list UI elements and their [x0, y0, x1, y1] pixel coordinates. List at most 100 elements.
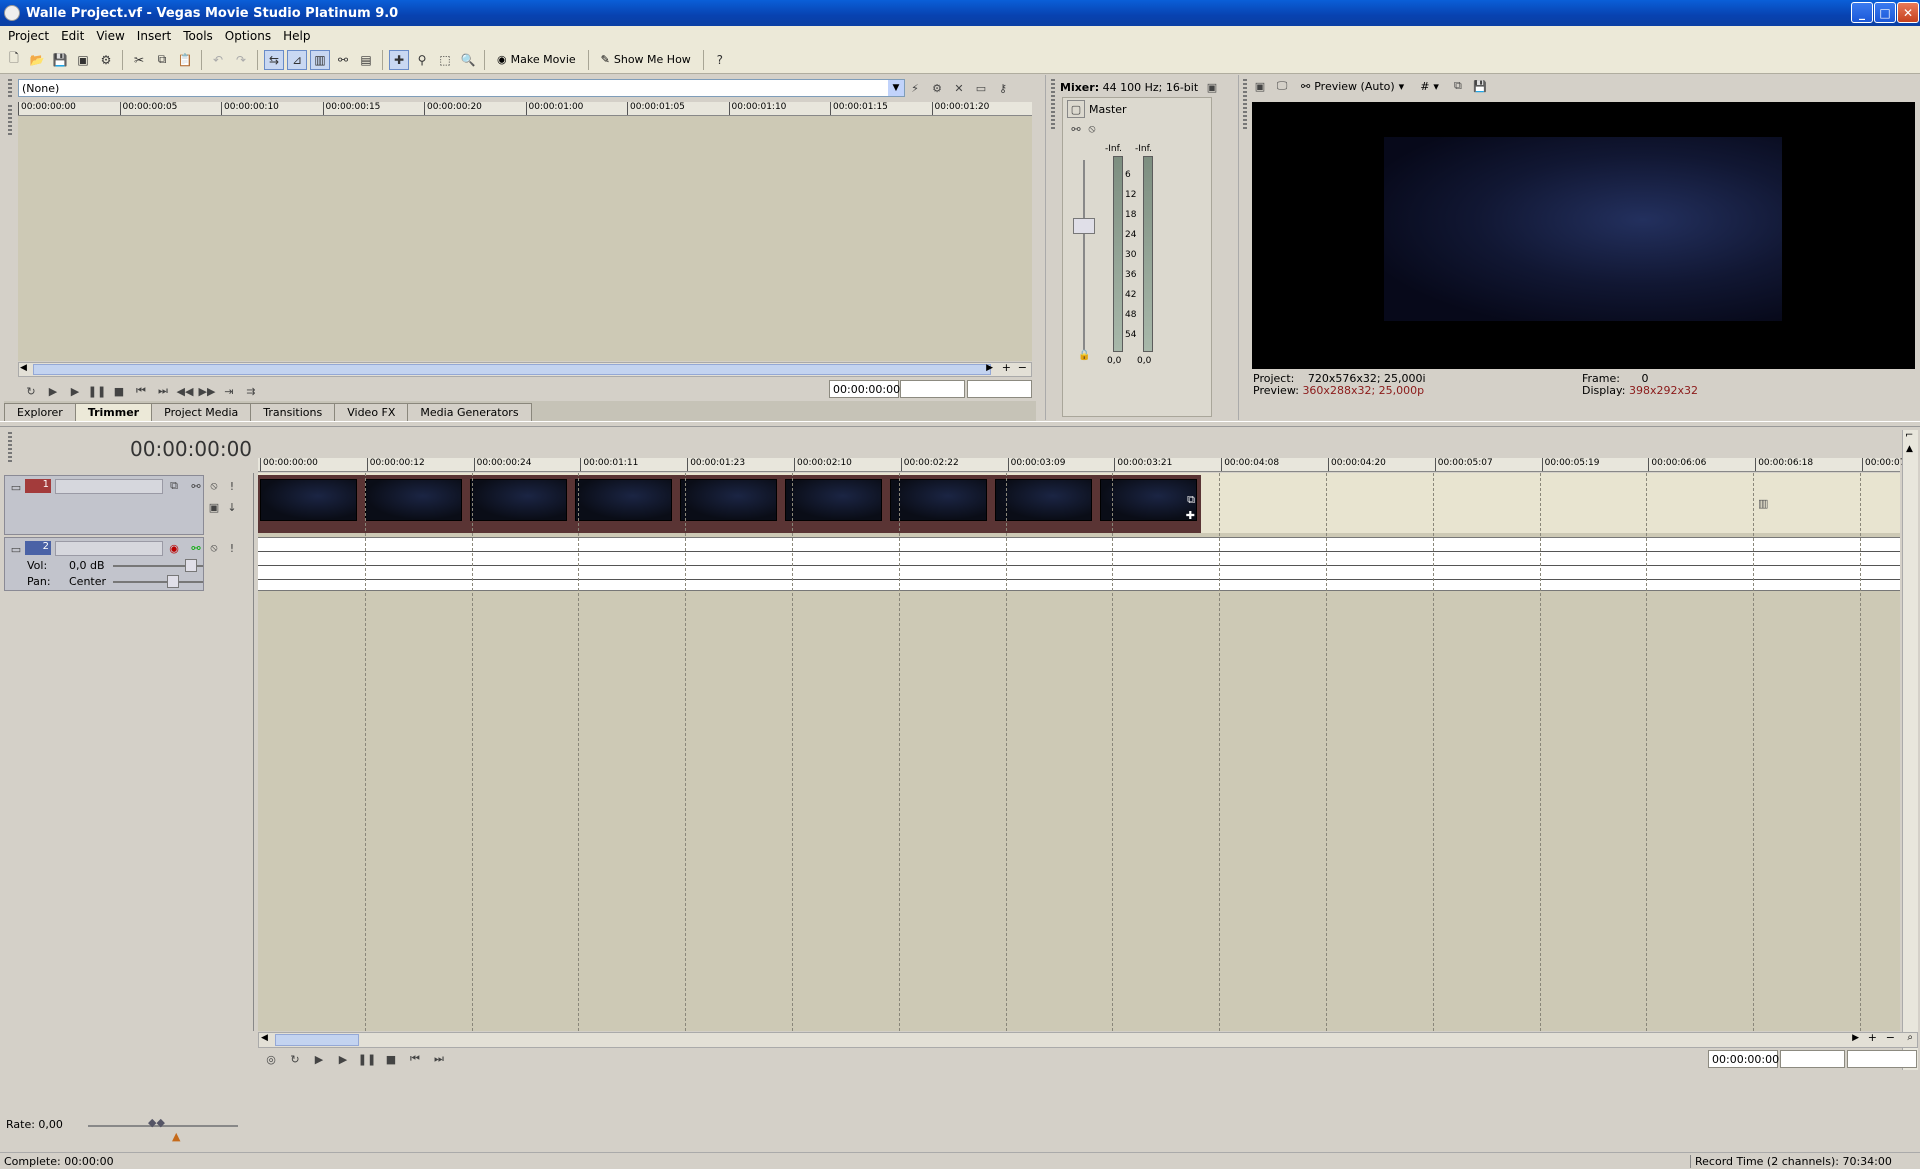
stop-icon[interactable]: ■ — [382, 1050, 400, 1068]
panel-grip[interactable] — [1243, 79, 1247, 129]
cursor-position[interactable]: 00:00:00:00 — [1708, 1050, 1779, 1068]
scrollbar-thumb[interactable] — [33, 364, 991, 375]
add-to-timeline-icon[interactable]: ⇥ — [220, 382, 238, 400]
scroll-right-icon[interactable]: ▶ — [986, 363, 993, 373]
track-fx-icon[interactable]: ⚯ — [187, 477, 205, 495]
copy-icon[interactable]: ⧉ — [152, 50, 172, 70]
add-to-timeline-after-icon[interactable]: ⇉ — [242, 382, 260, 400]
menu-edit[interactable]: Edit — [55, 29, 90, 43]
timeline-timecode[interactable]: 00:00:00:00 — [130, 437, 252, 461]
video-track-header[interactable]: ▭ 1 ⧉ ⚯ ⦸ ! ▣ ↓ — [4, 475, 237, 535]
zoom-out-icon[interactable]: − — [1018, 361, 1027, 374]
audio-track-lane[interactable] — [258, 537, 1900, 591]
scroll-up-icon[interactable]: ▲ — [1906, 444, 1913, 454]
audio-track-header[interactable]: ▭ 2 ◉ ⚯ ⦸ ! Vol: 0,0 dB Pan: Center — [4, 537, 234, 591]
track-area[interactable]: ⧉ ✚ ▥ — [258, 473, 1900, 1031]
clear-icon[interactable]: ✕ — [950, 79, 968, 97]
go-to-end-icon[interactable]: ⏭ — [154, 382, 172, 400]
save-region-icon[interactable]: ▭ — [972, 79, 990, 97]
trimmer-ruler[interactable]: 00:00:00:00 00:00:00:05 00:00:00:10 00:00:0… — [18, 102, 1032, 116]
trimmer-media-dropdown[interactable]: (None) ▼ — [18, 79, 905, 97]
scrollbar-thumb[interactable] — [275, 1034, 359, 1046]
fader-lock-icon[interactable]: 🔒 — [1078, 350, 1090, 361]
zoom-in-icon[interactable]: + — [1868, 1031, 1877, 1044]
save-snapshot-icon[interactable]: 💾 — [1471, 77, 1489, 95]
solo-icon[interactable]: ! — [223, 539, 241, 557]
rate-slider-handle[interactable]: ◆◆ — [148, 1116, 165, 1129]
open-icon[interactable]: 📂 — [27, 50, 47, 70]
maximize-button[interactable]: □ — [1874, 2, 1896, 23]
trimmer-canvas[interactable] — [18, 116, 1032, 361]
preview-properties-icon[interactable]: ▣ — [1251, 77, 1269, 95]
tab-explorer[interactable]: Explorer — [4, 403, 76, 421]
normal-edit-tool-icon[interactable]: ✚ — [389, 49, 409, 70]
master-bus-icon[interactable]: ▢ — [1067, 100, 1085, 118]
track-fx-icon[interactable]: ⚯ — [187, 539, 205, 557]
play-from-start-icon[interactable]: ▶ — [310, 1050, 328, 1068]
ignore-grouping-icon[interactable]: ▤ — [356, 50, 376, 70]
selection-tool-icon[interactable]: ⬚ — [435, 50, 455, 70]
record-icon[interactable]: ◎ — [262, 1050, 280, 1068]
loop-icon[interactable]: ↻ — [286, 1050, 304, 1068]
paste-icon[interactable]: 📋 — [175, 50, 195, 70]
scroll-right-icon[interactable]: ▶ — [1852, 1033, 1859, 1043]
close-button[interactable]: ✕ — [1897, 2, 1919, 23]
video-track-name[interactable] — [55, 479, 163, 494]
chevron-down-icon[interactable]: ▼ — [888, 80, 904, 96]
trimmer-in-field[interactable] — [900, 380, 965, 398]
track-motion-icon[interactable]: ▣ — [205, 498, 223, 516]
go-to-start-icon[interactable]: ⏮ — [132, 382, 150, 400]
overlays-dropdown[interactable]: # ▾ — [1414, 80, 1445, 93]
bypass-icon[interactable]: ⦸ — [1083, 120, 1101, 138]
scroll-left-icon[interactable]: ◀ — [20, 363, 27, 373]
go-to-start-icon[interactable]: ⏮ — [406, 1050, 424, 1068]
trimmer-out-field[interactable] — [967, 380, 1032, 398]
panel-grip[interactable] — [1051, 79, 1055, 129]
envelope-tool-icon[interactable]: ⚲ — [412, 50, 432, 70]
vol-slider-handle[interactable] — [185, 559, 197, 572]
preview-screen[interactable] — [1252, 102, 1915, 369]
menu-options[interactable]: Options — [219, 29, 277, 43]
rewind-icon[interactable]: ◀◀ — [176, 382, 194, 400]
go-to-end-icon[interactable]: ⏭ — [430, 1050, 448, 1068]
master-fader-handle[interactable] — [1073, 218, 1095, 234]
event-fx-icon[interactable]: ⧉ — [1187, 493, 1195, 507]
zoom-icon[interactable]: ⌕ — [1907, 1032, 1913, 1043]
menu-insert[interactable]: Insert — [131, 29, 177, 43]
zoom-in-icon[interactable]: + — [1002, 361, 1011, 374]
selection-start-field[interactable] — [1780, 1050, 1845, 1068]
pin-icon[interactable]: ⌐ — [1905, 430, 1913, 441]
zoom-out-icon[interactable]: − — [1886, 1031, 1895, 1044]
tab-transitions[interactable]: Transitions — [250, 403, 336, 421]
play-icon[interactable]: ▶ — [334, 1050, 352, 1068]
video-event[interactable]: ⧉ ✚ — [258, 475, 1201, 533]
make-movie-button[interactable]: ◉ Make Movie — [491, 53, 582, 66]
audio-track-name[interactable] — [55, 541, 163, 556]
pan-slider-handle[interactable] — [167, 575, 179, 588]
solo-icon[interactable]: ! — [223, 477, 241, 495]
mute-icon[interactable]: ⦸ — [205, 477, 223, 495]
redo-icon[interactable]: ↷ — [231, 50, 251, 70]
menu-view[interactable]: View — [90, 29, 130, 43]
event-pan-crop-icon[interactable]: ✚ — [1186, 509, 1195, 522]
tab-project-media[interactable]: Project Media — [151, 403, 252, 421]
compositing-mode-icon[interactable]: ⧉ — [165, 477, 183, 495]
cut-icon[interactable]: ✂ — [129, 50, 149, 70]
vertical-scrollbar[interactable]: ⌐ ▲ ▼ — [1902, 430, 1918, 1070]
show-me-how-button[interactable]: ✎ Show Me How — [595, 53, 697, 66]
play-from-start-icon[interactable]: ▶ — [44, 382, 62, 400]
menu-tools[interactable]: Tools — [177, 29, 219, 43]
pause-icon[interactable]: ❚❚ — [88, 382, 106, 400]
auto-crossfade-icon[interactable]: ▥ — [310, 49, 330, 70]
panel-grip[interactable] — [8, 432, 12, 462]
trimmer-timecode[interactable]: 00:00:00:00 — [829, 380, 900, 398]
auto-ripple-icon[interactable]: ⇆ — [264, 49, 284, 70]
undo-icon[interactable]: ↶ — [208, 50, 228, 70]
arm-record-icon[interactable]: ◉ — [165, 539, 183, 557]
tab-media-generators[interactable]: Media Generators — [407, 403, 532, 421]
panel-grip[interactable] — [8, 105, 12, 135]
lock-icon[interactable]: ⚷ — [994, 79, 1012, 97]
media-fx-icon[interactable]: ⚡ — [906, 79, 924, 97]
scroll-left-icon[interactable]: ◀ — [261, 1033, 268, 1043]
pause-icon[interactable]: ❚❚ — [358, 1050, 376, 1068]
